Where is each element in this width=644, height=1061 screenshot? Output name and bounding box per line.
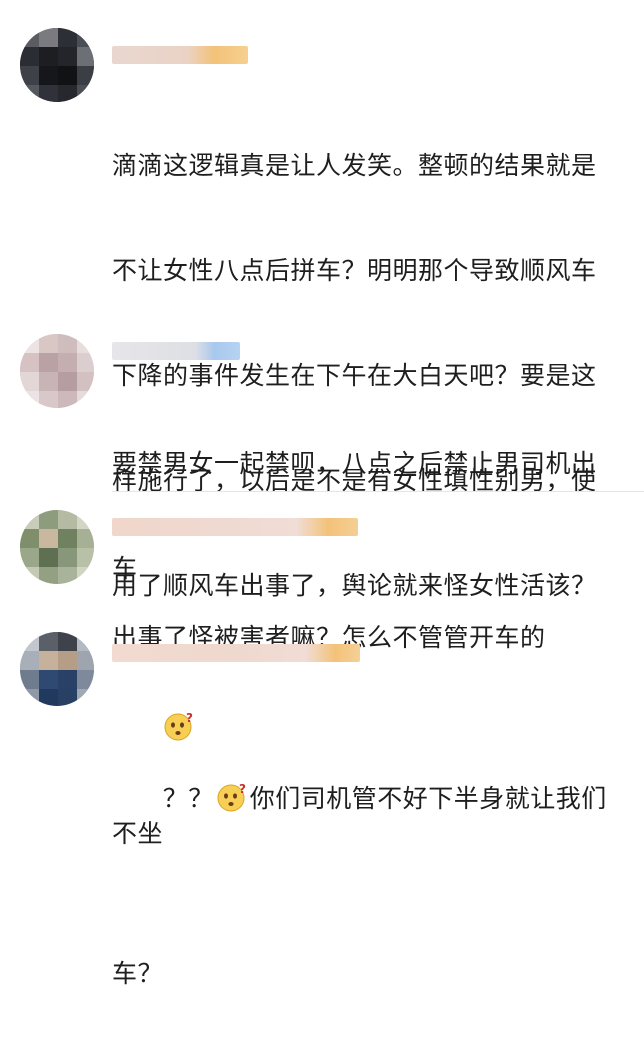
avatar[interactable] [20,28,94,102]
blurred-avatar-green-icon [20,510,94,584]
blurred-avatar-pink-icon [20,334,94,408]
comment-item-2: 要禁男女一起禁呗，八点之后禁止男司机出 车 [0,320,644,583]
comment-line: 车？ [112,959,164,988]
comment-item-3: 出事了怪被害者嘛？怎么不管管开车的 [0,492,644,652]
comment-line-with-emoji: ？？ ? 你们司机管不好下半身就让我们不坐 [112,746,616,886]
comment-item-1: 滴滴这逻辑真是让人发笑。整顿的结果就是 不让女性八点后拼车？明明那个导致顺风车 … [0,0,644,741]
avatar[interactable] [20,334,94,408]
comment-prefix: ？？ [162,784,214,813]
username-blurred[interactable] [112,342,240,360]
comment-item-4: ？？ ? 你们司机管不好下半身就让我们不坐 车？ [0,616,644,988]
username-blurred[interactable] [112,518,358,536]
comment-line: 滴滴这逻辑真是让人发笑。整顿的结果就是 [112,151,597,180]
username-blurred[interactable] [112,644,360,662]
svg-text:?: ? [239,782,246,796]
comment-text: ？？ ? 你们司机管不好下半身就让我们不坐 车？ [112,676,616,1061]
avatar[interactable] [20,632,94,706]
blurred-avatar-blue-icon [20,632,94,706]
comment-line: 要禁男女一起禁呗，八点之后禁止男司机出 [112,449,597,478]
avatar[interactable] [20,510,94,584]
confused-face-icon: ? [217,782,246,812]
comment-line: 不让女性八点后拼车？明明那个导致顺风车 [112,256,597,285]
blurred-avatar-dark-icon [20,28,94,102]
username-blurred[interactable] [112,46,248,64]
